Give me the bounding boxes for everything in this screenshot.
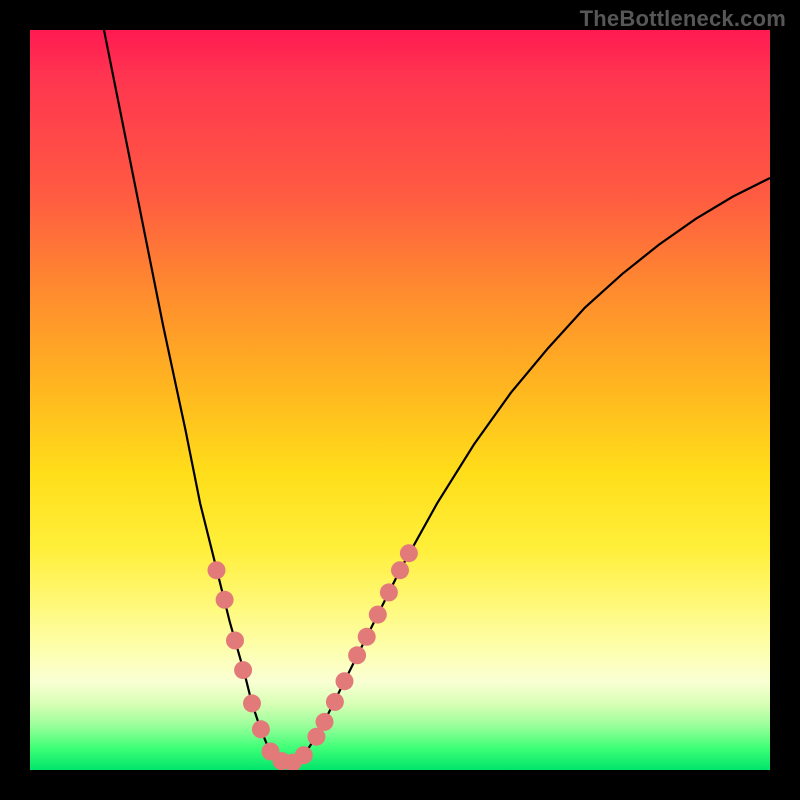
marker-dot bbox=[400, 544, 418, 562]
marker-dot bbox=[391, 561, 409, 579]
marker-dot bbox=[316, 713, 334, 731]
marker-dot bbox=[216, 591, 234, 609]
marker-dot bbox=[326, 693, 344, 711]
chart-container: TheBottleneck.com bbox=[0, 0, 800, 800]
marker-dots bbox=[208, 544, 418, 770]
marker-dot bbox=[208, 561, 226, 579]
marker-dot bbox=[380, 583, 398, 601]
marker-dot bbox=[243, 694, 261, 712]
marker-dot bbox=[336, 672, 354, 690]
plot-area bbox=[30, 30, 770, 770]
marker-dot bbox=[369, 606, 387, 624]
marker-dot bbox=[234, 661, 252, 679]
marker-dot bbox=[252, 720, 270, 738]
watermark-text: TheBottleneck.com bbox=[580, 6, 786, 32]
marker-dot bbox=[295, 746, 313, 764]
marker-dot bbox=[348, 646, 366, 664]
marker-dot bbox=[226, 632, 244, 650]
marker-layer bbox=[30, 30, 770, 770]
marker-dot bbox=[358, 628, 376, 646]
